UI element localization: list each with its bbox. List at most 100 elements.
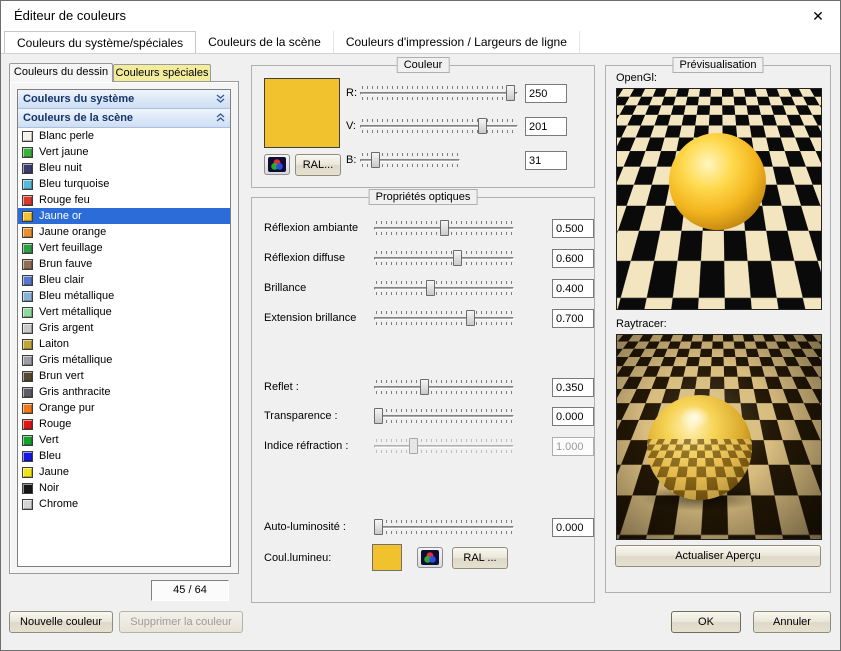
slider-thumb[interactable] (453, 250, 462, 266)
chevron-double-up-icon[interactable] (215, 113, 226, 123)
slider[interactable] (360, 84, 518, 102)
optics-value-input[interactable] (552, 309, 594, 328)
subtab-special-colors[interactable]: Couleurs spéciales (113, 64, 211, 82)
color-chip (22, 419, 33, 430)
optics-value-input[interactable] (552, 518, 594, 537)
slider-thumb[interactable] (478, 118, 487, 134)
color-chip (22, 403, 33, 414)
chevron-double-down-icon[interactable] (215, 94, 226, 104)
refresh-preview-button[interactable]: Actualiser Aperçu (615, 545, 821, 567)
color-list-item[interactable]: Bleu clair (18, 272, 230, 288)
luminous-ral-button[interactable]: RAL ... (452, 547, 508, 569)
slider-thumb[interactable] (426, 280, 435, 296)
color-list-item[interactable]: Bleu turquoise (18, 176, 230, 192)
color-list-item[interactable]: Brun fauve (18, 256, 230, 272)
optics-value-input[interactable] (552, 249, 594, 268)
slider[interactable] (374, 279, 514, 297)
gold-sphere (647, 395, 752, 500)
color-list-item[interactable]: Vert (18, 432, 230, 448)
color-list-item[interactable]: Laiton (18, 336, 230, 352)
color-list-item[interactable]: Bleu métallique (18, 288, 230, 304)
slider-ticks (376, 439, 512, 442)
tab-print-colors-line-widths[interactable]: Couleurs d'impression / Largeurs de lign… (334, 31, 580, 53)
raytracer-preview-image (616, 334, 822, 540)
color-name: Rouge feu (39, 194, 90, 206)
color-name: Bleu clair (39, 274, 84, 286)
color-list-item[interactable]: Vert jaune (18, 144, 230, 160)
slider-thumb[interactable] (420, 379, 429, 395)
slider-thumb (409, 438, 418, 454)
color-list-item[interactable]: Gris métallique (18, 352, 230, 368)
optics-label: Réflexion diffuse (264, 252, 345, 264)
slider-thumb[interactable] (466, 310, 475, 326)
section-header-system-colors[interactable]: Couleurs du système (18, 90, 230, 109)
tab-system-special-colors[interactable]: Couleurs du système/spéciales (4, 31, 196, 53)
color-list-item[interactable]: Gris anthracite (18, 384, 230, 400)
opengl-preview-image (616, 88, 822, 310)
slider[interactable] (360, 117, 518, 135)
window-title: Éditeur de couleurs (14, 8, 126, 23)
subtab-drawing-colors[interactable]: Couleurs du dessin (9, 63, 113, 82)
color-list-item[interactable]: Chrome (18, 496, 230, 512)
color-list-item[interactable]: Orange pur (18, 400, 230, 416)
color-list-item[interactable]: Gris argent (18, 320, 230, 336)
optics-value-input[interactable] (552, 279, 594, 298)
channel-label: R: (346, 87, 357, 99)
slider-thumb[interactable] (440, 220, 449, 236)
slider-thumb[interactable] (374, 408, 383, 424)
slider[interactable] (374, 518, 514, 536)
color-list-item[interactable]: Vert métallique (18, 304, 230, 320)
color-list-item[interactable]: Rouge feu (18, 192, 230, 208)
slider-thumb[interactable] (506, 85, 515, 101)
slider-thumb[interactable] (371, 152, 380, 168)
color-name: Rouge (39, 418, 71, 430)
channel-row-red: R: (252, 84, 594, 103)
color-list-item[interactable]: Bleu (18, 448, 230, 464)
sphere-reflection (647, 439, 752, 500)
slider-ticks (362, 119, 516, 122)
color-name: Blanc perle (39, 130, 94, 142)
color-list-item[interactable]: Bleu nuit (18, 160, 230, 176)
color-list-item[interactable]: Blanc perle (18, 128, 230, 144)
channel-value-input[interactable] (525, 117, 567, 136)
optics-label: Transparence : (264, 410, 338, 422)
ok-button[interactable]: OK (671, 611, 741, 633)
color-chip (22, 323, 33, 334)
optics-row-reflection: Reflet : (252, 378, 594, 397)
slider[interactable] (374, 249, 514, 267)
titlebar: Éditeur de couleurs ✕ (1, 1, 840, 31)
color-chip (22, 211, 33, 222)
color-list-item[interactable]: Vert feuillage (18, 240, 230, 256)
color-chip (22, 291, 33, 302)
luminous-color-label: Coul.lumineu: (264, 552, 331, 564)
slider[interactable] (374, 378, 514, 396)
slider-track (374, 287, 514, 290)
color-chip (22, 227, 33, 238)
new-color-button[interactable]: Nouvelle couleur (9, 611, 113, 633)
cancel-button[interactable]: Annuler (753, 611, 831, 633)
optics-row-transparency: Transparence : (252, 407, 594, 426)
tab-scene-colors[interactable]: Couleurs de la scène (196, 31, 334, 53)
close-icon[interactable]: ✕ (806, 5, 830, 27)
channel-value-input[interactable] (525, 151, 567, 170)
luminous-color-picker-button[interactable] (417, 547, 443, 568)
slider[interactable] (360, 151, 460, 169)
optics-value-input[interactable] (552, 378, 594, 397)
color-list-item[interactable]: Jaune orange (18, 224, 230, 240)
color-list-item[interactable]: Noir (18, 480, 230, 496)
optics-value-input[interactable] (552, 219, 594, 238)
color-name: Gris argent (39, 322, 93, 334)
slider[interactable] (374, 219, 514, 237)
optics-value-input[interactable] (552, 407, 594, 426)
color-list-item[interactable]: Brun vert (18, 368, 230, 384)
color-list-item[interactable]: Jaune or (18, 208, 230, 224)
slider-thumb[interactable] (374, 519, 383, 535)
color-name: Jaune orange (39, 226, 106, 238)
color-list-item[interactable]: Rouge (18, 416, 230, 432)
slider[interactable] (374, 309, 514, 327)
slider[interactable] (374, 407, 514, 425)
section-header-scene-colors[interactable]: Couleurs de la scène (18, 109, 230, 128)
color-list-item[interactable]: Jaune (18, 464, 230, 480)
channel-value-input[interactable] (525, 84, 567, 103)
channel-row-blue: B: (252, 151, 594, 170)
